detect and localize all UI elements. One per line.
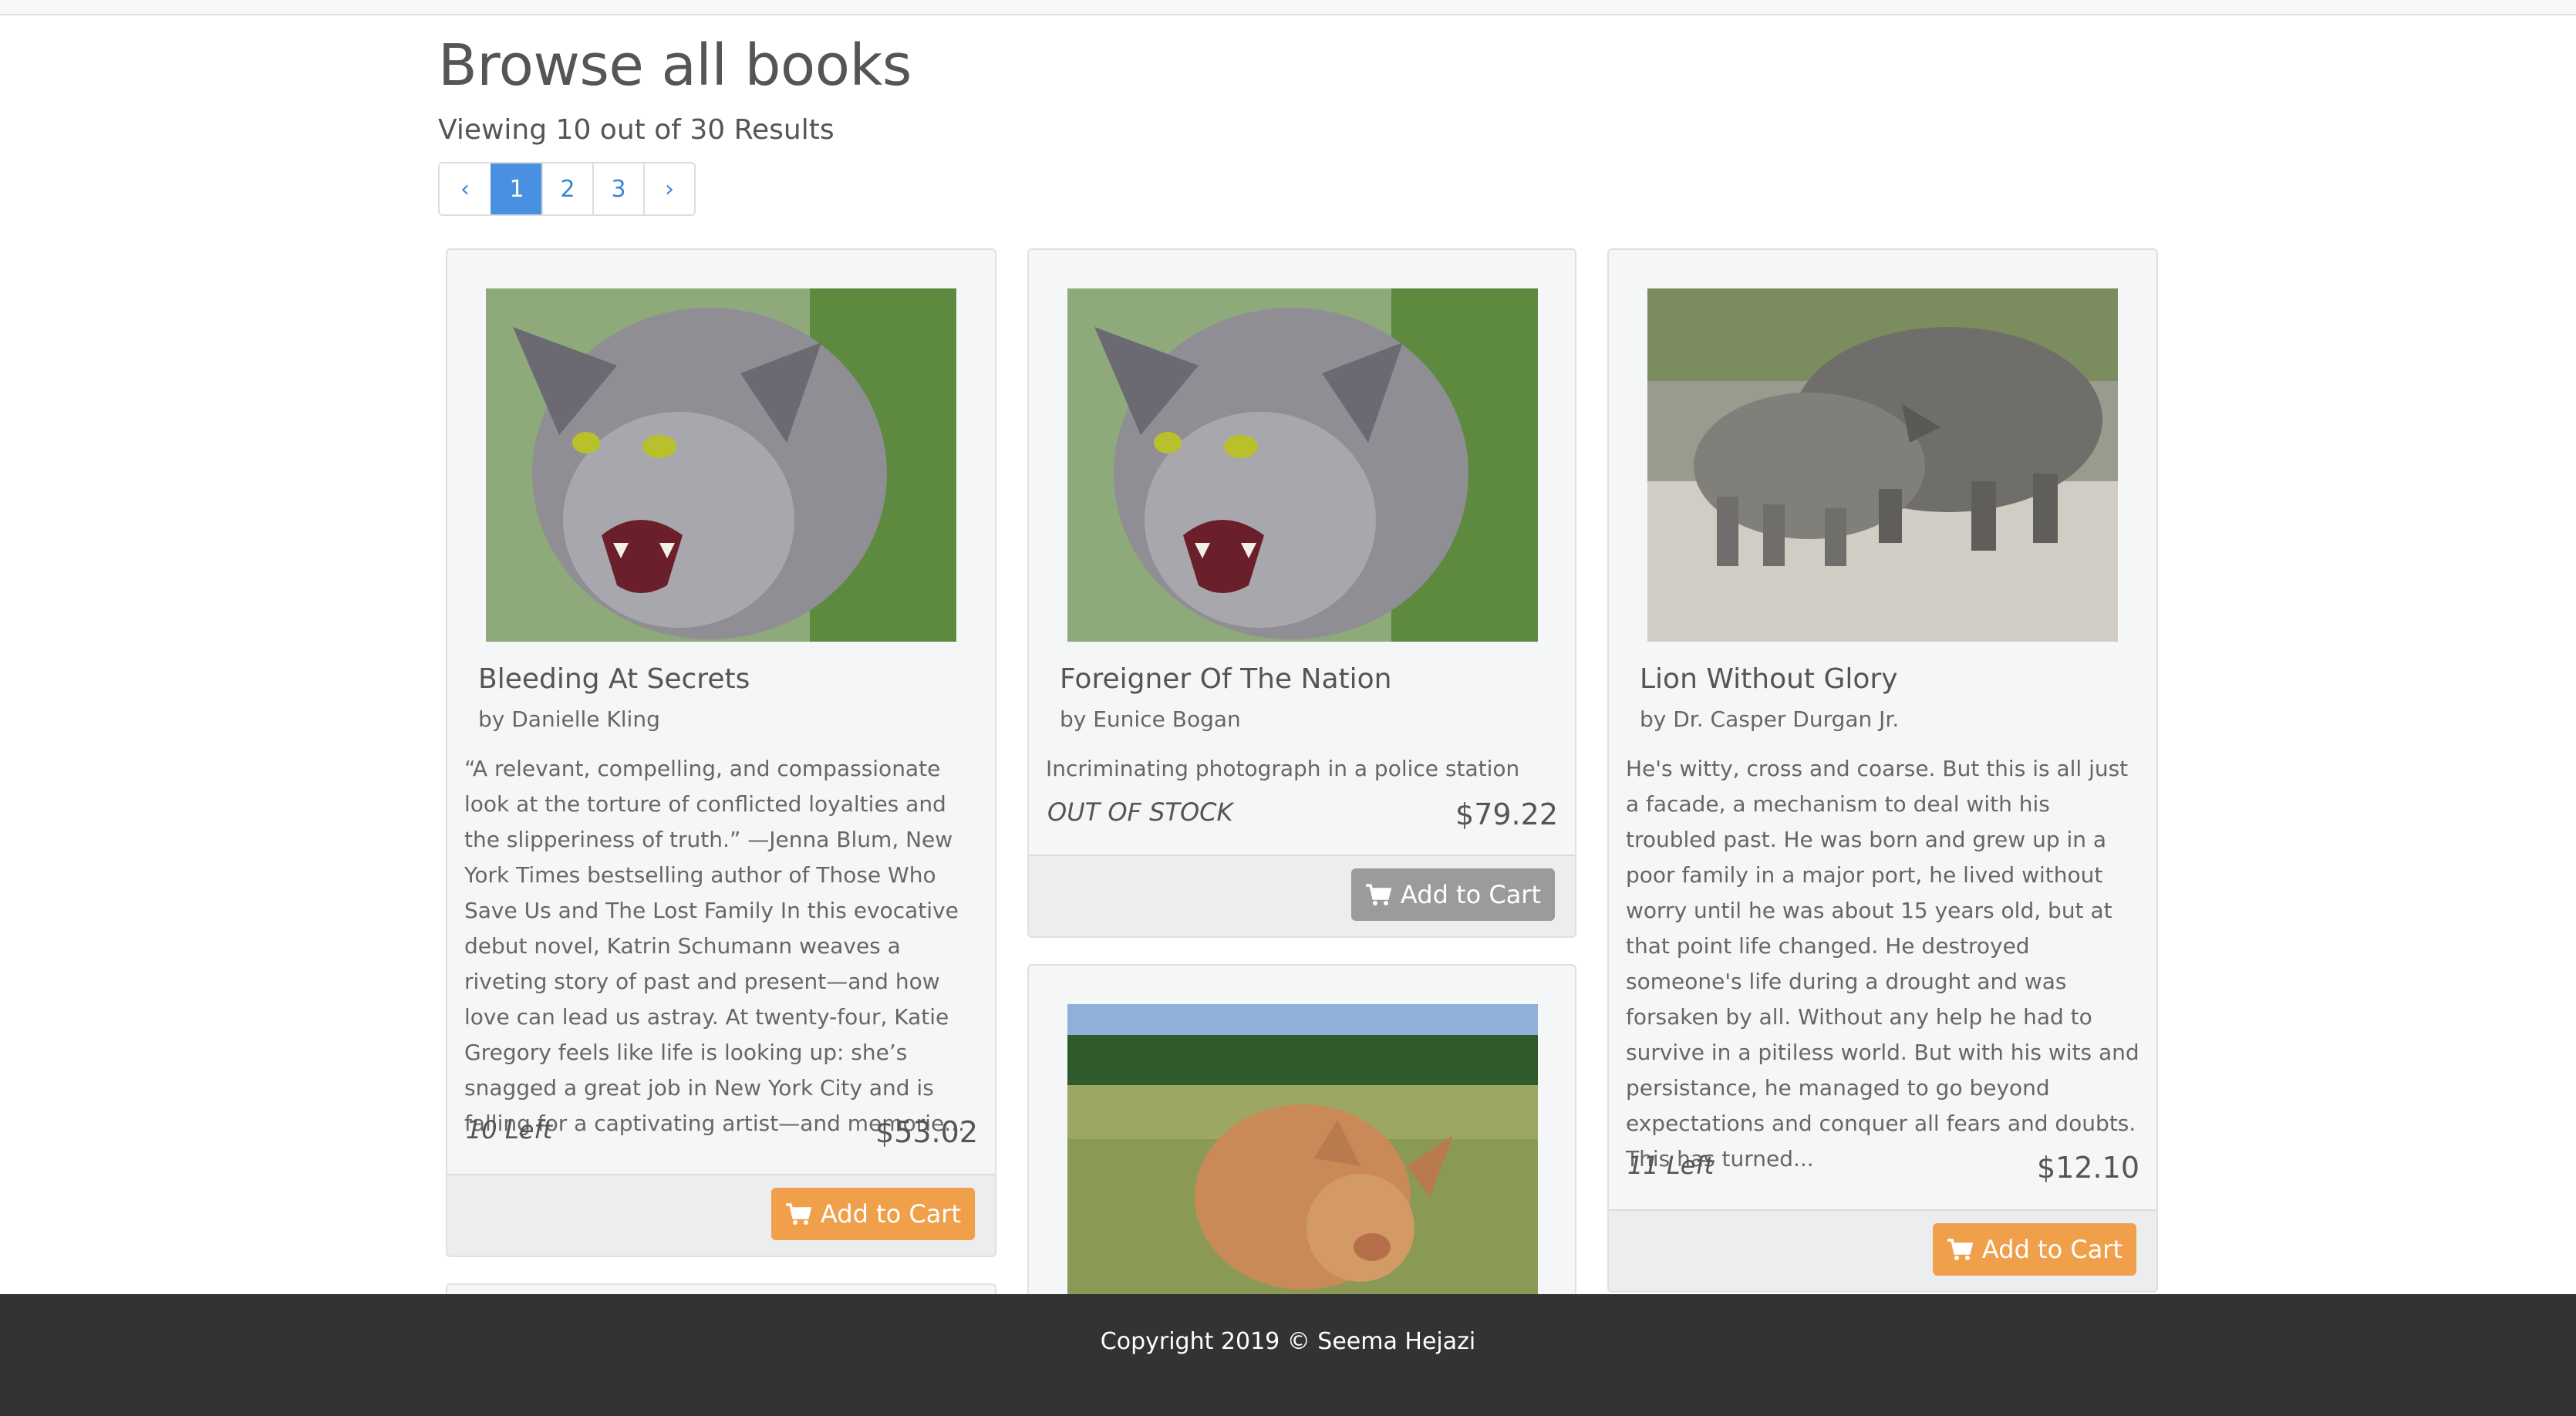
add-to-cart-label: Add to Cart [1400,880,1541,909]
book-price: $12.10 [2037,1151,2139,1185]
book-price: $53.02 [875,1115,978,1149]
book-cover-image[interactable] [1067,288,1538,642]
stock-status: 10 Left [466,1115,553,1145]
cart-icon [1365,884,1391,905]
card-footer: Add to Cart [1029,855,1575,936]
card-footer: Add to Cart [447,1174,995,1256]
book-author: by Danielle Kling [478,706,660,732]
results-count: Viewing 10 out of 30 Results [438,114,835,146]
add-to-cart-label: Add to Cart [820,1199,961,1229]
book-description: “A relevant, compelling, and compassiona… [464,756,965,1136]
page-title: Browse all books [438,32,912,99]
stock-status: 11 Left [1627,1151,1715,1180]
add-to-cart-label: Add to Cart [1981,1235,2123,1264]
pagination-page-2[interactable]: 2 [541,164,592,214]
card-footer: Add to Cart [1609,1209,2156,1291]
add-to-cart-button[interactable]: Add to Cart [1350,868,1555,921]
book-cover-image[interactable] [486,288,956,642]
copyright-text: Copyright 2019 © Seema Hejazi [1100,1328,1476,1355]
pagination-page-1[interactable]: 1 [491,164,541,214]
book-card: Bleeding At Secrets by Danielle Kling “A… [446,248,996,1257]
book-title[interactable]: Bleeding At Secrets [478,663,750,695]
book-card: Lion Without Glory by Dr. Casper Durgan … [1607,248,2158,1293]
book-card: Foreigner Of The Nation by Eunice Bogan … [1027,248,1576,938]
top-bar [0,0,2576,15]
pagination-prev[interactable]: ‹ [440,164,491,214]
book-description: He's witty, cross and coarse. But this i… [1626,756,2139,1172]
book-description: Incriminating photograph in a police sta… [1046,756,1520,781]
book-title[interactable]: Foreigner Of The Nation [1060,663,1391,695]
page-footer: Copyright 2019 © Seema Hejazi [0,1294,2576,1416]
pagination: ‹ 1 2 3 › [438,162,696,216]
book-card [1027,964,1576,1319]
book-author: by Eunice Bogan [1060,706,1241,732]
pagination-page-3[interactable]: 3 [592,164,643,214]
stock-status: OUT OF STOCK [1047,797,1233,827]
book-cover-image[interactable] [1067,1004,1538,1319]
book-author: by Dr. Casper Durgan Jr. [1640,706,1900,732]
book-price: $79.22 [1455,797,1558,831]
cart-icon [785,1203,811,1225]
add-to-cart-button[interactable]: Add to Cart [1932,1223,2136,1276]
book-cover-image[interactable] [1647,288,2118,642]
cart-icon [1947,1239,1973,1260]
add-to-cart-button[interactable]: Add to Cart [770,1188,975,1240]
book-title[interactable]: Lion Without Glory [1640,663,1898,695]
pagination-next[interactable]: › [643,164,694,214]
